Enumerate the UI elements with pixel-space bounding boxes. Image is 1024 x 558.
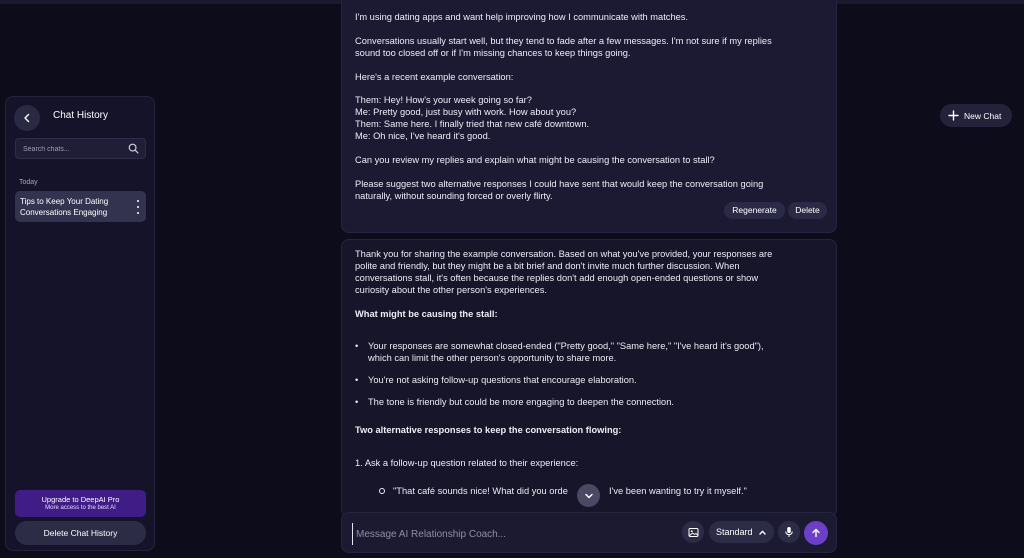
text-line: Your responses are somewhat closed-ended… <box>368 341 764 351</box>
regenerate-button[interactable]: Regenerate <box>724 202 785 219</box>
list-item-text: The tone is friendly but could be more e… <box>368 397 674 407</box>
group-label-today: Today <box>19 179 38 186</box>
text-line: Conversations usually start well, but th… <box>355 36 772 46</box>
plus-icon <box>948 110 959 121</box>
back-button[interactable] <box>14 105 40 131</box>
upgrade-title: Upgrade to DeepAI Pro <box>41 495 120 504</box>
delete-chat-history-button[interactable]: Delete Chat History <box>15 521 146 545</box>
list-item-text: Your responses are somewhat closed-ended… <box>368 340 823 364</box>
send-button[interactable] <box>804 521 828 545</box>
user-message-paragraph: Conversations usually start well, but th… <box>355 35 820 59</box>
upgrade-pro-button[interactable]: Upgrade to DeepAI Pro More access to the… <box>15 490 146 517</box>
text-line: sound too closed off or if I'm missing c… <box>355 48 631 58</box>
voice-input-button[interactable] <box>778 521 800 543</box>
numbered-item: 1. Ask a follow-up question related to t… <box>355 458 579 468</box>
list-item-text: You're not asking follow-up questions th… <box>368 375 637 385</box>
search-chats-input[interactable] <box>16 139 135 160</box>
text-line: Thank you for sharing the example conver… <box>355 249 773 259</box>
delete-message-button[interactable]: Delete <box>788 202 827 219</box>
user-message-paragraph: Can you review my replies and explain wh… <box>355 155 715 165</box>
chat-history-sidebar: Chat History Today Tips to Keep Your Dat… <box>5 96 155 551</box>
sidebar-title: Chat History <box>53 110 109 121</box>
ai-intro-paragraph: Thank you for sharing the example conver… <box>355 248 820 296</box>
circle-bullet <box>379 488 385 494</box>
ai-message: Thank you for sharing the example conver… <box>341 239 837 517</box>
user-message: I'm using dating apps and want help impr… <box>341 0 837 233</box>
attach-image-button[interactable] <box>682 521 704 543</box>
new-chat-button[interactable]: New Chat <box>940 104 1012 127</box>
microphone-icon <box>785 527 793 537</box>
model-selector-label: Standard <box>716 527 753 537</box>
quote-text-start: "That café sounds nice! What did you ord… <box>393 486 568 496</box>
chat-history-item[interactable]: Tips to Keep Your Dating Conversations E… <box>15 191 146 222</box>
message-composer: Standard <box>341 512 837 553</box>
quote-text-end: I've been wanting to try it myself." <box>609 486 747 496</box>
ai-section-heading: What might be causing the stall: <box>355 309 498 319</box>
text-line: naturally, without sounding forced or ov… <box>355 191 553 201</box>
ai-section-heading: Two alternative responses to keep the co… <box>355 425 622 435</box>
chevron-down-icon <box>584 493 593 498</box>
upgrade-subtitle: More access to the best AI <box>45 505 116 511</box>
conversation-line: Me: Pretty good, just busy with work. Ho… <box>355 107 577 117</box>
more-vertical-icon[interactable] <box>135 200 141 214</box>
image-icon <box>688 527 698 537</box>
new-chat-label: New Chat <box>964 110 1002 121</box>
chat-history-item-label: Tips to Keep Your Dating Conversations E… <box>20 197 109 217</box>
send-arrow-icon <box>812 528 820 538</box>
scroll-down-button[interactable] <box>577 484 600 507</box>
bullet-dot: • <box>355 375 359 385</box>
bullet-dot: • <box>355 341 359 351</box>
back-arrow-icon <box>24 113 30 123</box>
search-chats-field[interactable] <box>15 138 146 160</box>
example-conversation: Them: Hey! How's your week going so far?… <box>355 94 820 142</box>
message-input[interactable] <box>352 523 678 545</box>
chevron-up-icon <box>758 530 766 535</box>
model-selector[interactable]: Standard <box>709 521 774 543</box>
conversation-line: Me: Oh nice, I've heard it's good. <box>355 131 491 141</box>
conversation-line: Them: Same here. I finally tried that ne… <box>355 119 590 129</box>
search-icon[interactable] <box>128 143 139 154</box>
user-message-paragraph: Here's a recent example conversation: <box>355 72 514 82</box>
text-line: polite and friendly, but they might be a… <box>355 261 740 271</box>
bullet-dot: • <box>355 397 359 407</box>
text-line: Please suggest two alternative responses… <box>355 179 764 189</box>
text-line: curiosity about the other person's exper… <box>355 285 547 295</box>
user-message-paragraph: I'm using dating apps and want help impr… <box>355 12 689 22</box>
text-line: which can limit the other person's oppor… <box>368 353 617 363</box>
text-line: conversations stall, it's often because … <box>355 273 759 283</box>
conversation-line: Them: Hey! How's your week going so far? <box>355 95 532 105</box>
user-message-paragraph: Please suggest two alternative responses… <box>355 178 820 202</box>
